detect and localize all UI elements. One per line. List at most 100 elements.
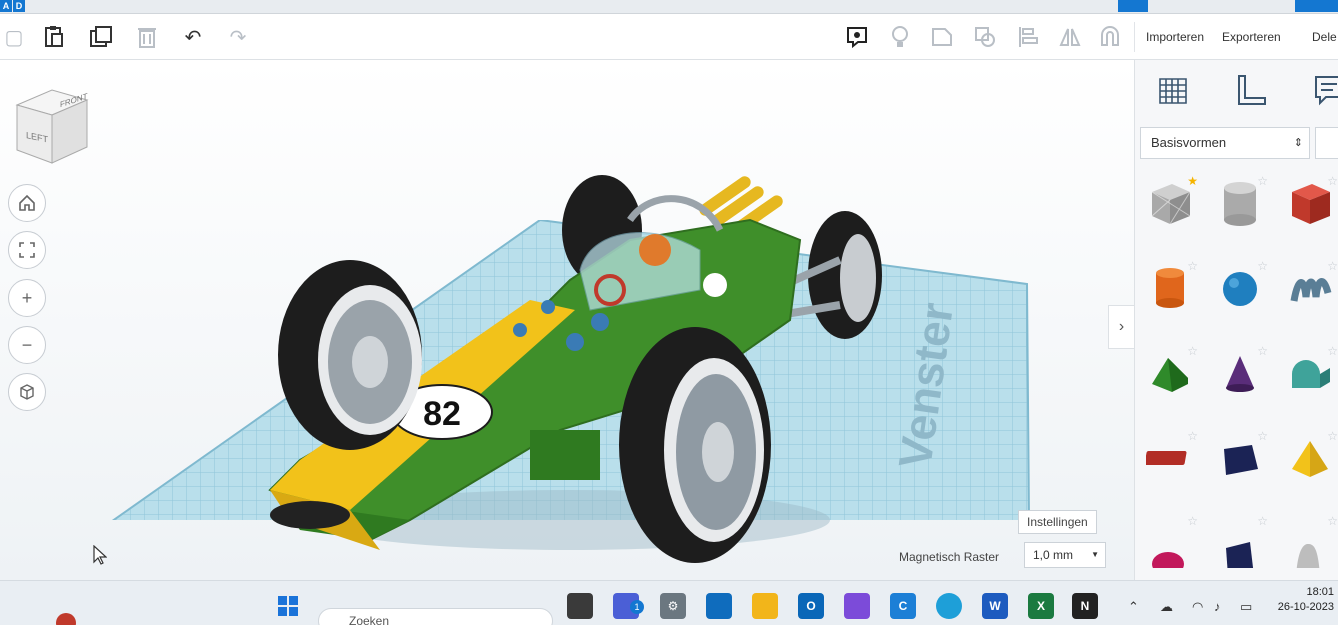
paint-icon[interactable] (844, 593, 870, 619)
taskbar-search-placeholder: Zoeken (349, 614, 390, 625)
undo-icon[interactable]: ↶ (179, 23, 207, 51)
group-icon[interactable] (928, 23, 956, 51)
excel-icon[interactable]: X (1028, 593, 1054, 619)
box-hole-icon (1151, 184, 1191, 225)
shape-half-sphere[interactable]: ☆ (1140, 510, 1206, 580)
word-icon[interactable]: W (982, 593, 1008, 619)
user-tab[interactable] (1118, 0, 1148, 12)
task-view-icon[interactable] (567, 593, 593, 619)
pyramid-icon (1292, 441, 1328, 477)
store-icon[interactable] (706, 593, 732, 619)
paste-icon[interactable] (40, 23, 68, 51)
shape-box-hole[interactable]: ★ (1140, 170, 1206, 240)
duplicate-icon[interactable] (87, 23, 115, 51)
export-button[interactable]: Exporteren (1216, 22, 1287, 52)
paraboloid-icon (1296, 544, 1320, 568)
delete-icon[interactable] (133, 23, 161, 51)
roof-icon (1152, 358, 1188, 392)
windows-taskbar: Zoeken ⚙ O C W X N ⌃ ☁ ◠ ♪ ▭ 18:01 26-10… (0, 580, 1338, 625)
teams-notification-badge: 1 (630, 600, 644, 614)
shape-box[interactable]: ☆ (1280, 170, 1338, 240)
logo-letter-d: D (13, 0, 25, 12)
taskbar-search-input[interactable]: Zoeken (318, 608, 553, 625)
round-roof-icon (1292, 360, 1330, 388)
start-menu-icon[interactable] (275, 593, 301, 619)
shapes-panel: Basisvormen ⇕ ★ ☆ ☆ ☆ ☆ ☆ ☆ ☆ ☆ ☆ ☆ ☆ ☆ … (1134, 60, 1338, 580)
shape-search-input[interactable] (1315, 127, 1338, 159)
chevron-right-icon: › (1118, 318, 1125, 335)
fit-view-button[interactable] (8, 231, 46, 269)
weather-widget-icon[interactable] (56, 613, 76, 625)
shape-wedge[interactable]: ☆ (1210, 425, 1276, 495)
snap-grid-select[interactable]: 1,0 mm ▼ (1024, 542, 1106, 568)
clock-date: 26-10-2023 (1277, 601, 1334, 613)
shape-paraboloid[interactable]: ☆ (1280, 510, 1338, 580)
share-button[interactable]: Dele (1306, 22, 1338, 52)
magnet-icon[interactable] (1096, 23, 1124, 51)
shape-category-select[interactable]: Basisvormen ⇕ (1140, 127, 1310, 159)
import-button[interactable]: Importeren (1140, 22, 1211, 52)
home-view-button[interactable] (8, 184, 46, 222)
shape-roof[interactable]: ☆ (1140, 340, 1206, 410)
minus-icon: − (21, 334, 33, 355)
zoom-in-button[interactable]: + (8, 279, 46, 317)
workplane-grid-icon[interactable] (1153, 70, 1193, 110)
shape-text[interactable]: ☆ (1140, 425, 1206, 495)
cylinder-hole-icon (1224, 182, 1256, 226)
volume-icon[interactable]: ♪ (1214, 599, 1221, 614)
shape-pyramid[interactable]: ☆ (1280, 425, 1338, 495)
align-icon[interactable] (1014, 23, 1042, 51)
wifi-icon[interactable]: ◠ (1192, 599, 1203, 615)
caret-down-icon: ▼ (1091, 550, 1099, 559)
toolbar: ▢ ↶ ↷ Importeren Exporteren Dele (0, 14, 1338, 60)
notes-panel-icon[interactable] (1309, 70, 1338, 110)
copy-icon[interactable]: ▢ (0, 23, 28, 51)
shape-round-roof[interactable]: ☆ (1280, 340, 1338, 410)
account-tab[interactable] (1295, 0, 1338, 12)
onedrive-cloud-icon[interactable]: ☁ (1160, 599, 1173, 615)
grid-settings-button[interactable]: Instellingen (1018, 510, 1097, 534)
taskbar-clock[interactable]: 18:01 26-10-2023 (1272, 585, 1334, 615)
shape-cylinder-hole[interactable]: ☆ (1210, 170, 1276, 240)
car-number: 82 (423, 395, 461, 433)
text-shape-icon (1146, 451, 1187, 465)
half-sphere-icon (1152, 552, 1184, 568)
ruler-icon[interactable] (1231, 70, 1271, 110)
snap-grid-value: 1,0 mm (1033, 548, 1074, 562)
shape-polygon[interactable]: ☆ (1210, 510, 1276, 580)
cone-icon (1226, 356, 1254, 392)
sphere-icon (1223, 272, 1257, 306)
brand-bar: A D (0, 0, 1338, 14)
box-icon (1292, 184, 1330, 224)
mouse-cursor-icon (93, 544, 108, 570)
wedge-icon (1224, 445, 1258, 475)
settings-gear-icon[interactable]: ⚙ (660, 593, 686, 619)
outlook-icon[interactable]: O (798, 593, 824, 619)
notes-icon[interactable] (843, 23, 871, 51)
snap-grid-label: Magnetisch Raster (899, 550, 1000, 564)
company-portal-icon[interactable]: C (890, 593, 916, 619)
home-icon (19, 194, 35, 211)
shape-cylinder[interactable]: ☆ (1140, 255, 1206, 325)
cube-icon (20, 384, 34, 400)
redo-icon[interactable]: ↷ (224, 23, 252, 51)
zoom-out-button[interactable]: − (8, 326, 46, 364)
ungroup-icon[interactable] (971, 23, 999, 51)
shape-scribble[interactable]: ☆ (1280, 255, 1338, 325)
perspective-button[interactable] (8, 373, 46, 411)
file-explorer-icon[interactable] (752, 593, 778, 619)
battery-icon[interactable]: ▭ (1240, 599, 1252, 615)
lightbulb-icon[interactable] (886, 23, 914, 51)
collapse-panel-button[interactable]: › (1108, 305, 1134, 349)
edge-browser-icon[interactable] (936, 593, 962, 619)
app-n-icon[interactable]: N (1072, 593, 1098, 619)
mirror-icon[interactable] (1056, 23, 1084, 51)
workplane-viewport[interactable]: Venster 82 LEFT FRONT + − Instellingen M… (0, 60, 1134, 580)
view-cube[interactable]: LEFT FRONT (12, 85, 92, 165)
race-car-model[interactable]: 82 (230, 100, 910, 570)
app-logo[interactable]: A D (0, 0, 26, 12)
shape-cone[interactable]: ☆ (1210, 340, 1276, 410)
shape-sphere[interactable]: ☆ (1210, 255, 1276, 325)
tray-chevron-up-icon[interactable]: ⌃ (1128, 599, 1139, 615)
polygon-icon (1226, 542, 1254, 568)
